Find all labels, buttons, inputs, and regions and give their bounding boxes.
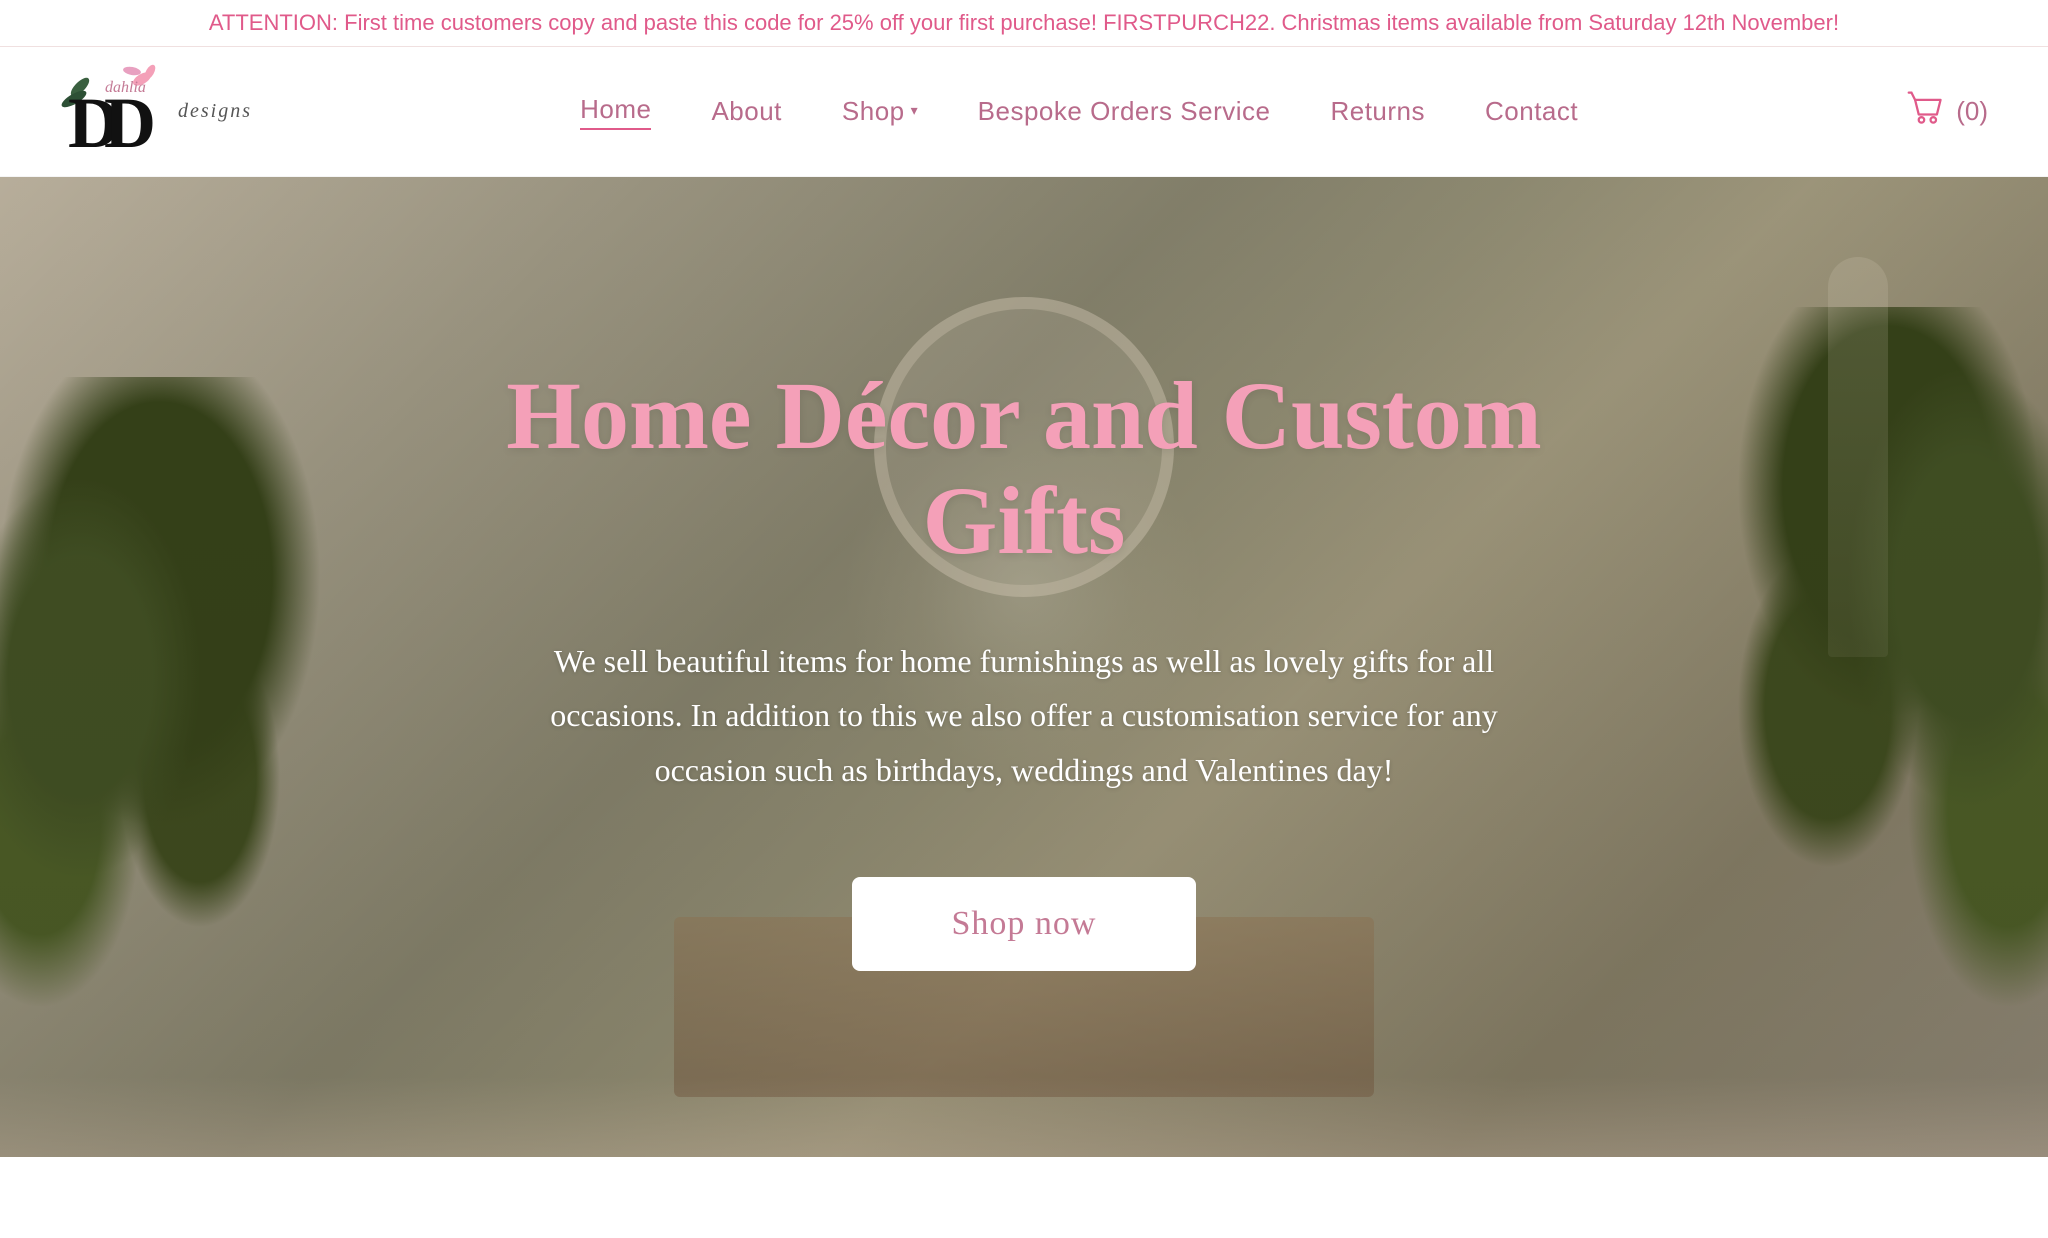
hero-bottom-fade [0, 1077, 2048, 1157]
hero-description: We sell beautiful items for home furnish… [524, 634, 1524, 797]
header: D D dahlia designs Home About Shop ▾ Bes… [0, 47, 2048, 177]
nav-shop-container[interactable]: Shop ▾ [842, 96, 918, 127]
nav-shop[interactable]: Shop [842, 96, 905, 127]
svg-text:dahlia: dahlia [105, 79, 146, 96]
logo-svg: D D dahlia [60, 57, 170, 167]
cart-area[interactable]: (0) [1906, 89, 1988, 134]
logo[interactable]: D D dahlia designs [60, 57, 252, 167]
hero-content: Home Décor and Custom Gifts We sell beau… [224, 363, 1824, 971]
shop-now-button[interactable]: Shop now [852, 877, 1197, 971]
nav-bespoke[interactable]: Bespoke Orders Service [978, 96, 1271, 127]
logo-text: designs [178, 100, 252, 123]
main-nav: Home About Shop ▾ Bespoke Orders Service… [580, 94, 1578, 130]
nav-home[interactable]: Home [580, 94, 651, 130]
cart-icon-wrap[interactable] [1906, 89, 1946, 134]
logo-sub-label: designs [178, 100, 252, 123]
nav-contact[interactable]: Contact [1485, 96, 1578, 127]
cart-count: (0) [1956, 96, 1988, 127]
announcement-text: ATTENTION: First time customers copy and… [209, 10, 1839, 35]
hero-title: Home Décor and Custom Gifts [424, 363, 1624, 574]
nav-returns[interactable]: Returns [1330, 96, 1425, 127]
hero-section: Home Décor and Custom Gifts We sell beau… [0, 177, 2048, 1157]
cart-icon [1906, 89, 1946, 129]
logo-icon: D D dahlia [60, 57, 170, 167]
nav-about[interactable]: About [711, 96, 781, 127]
announcement-bar: ATTENTION: First time customers copy and… [0, 0, 2048, 47]
shop-dropdown-arrow: ▾ [911, 103, 918, 120]
